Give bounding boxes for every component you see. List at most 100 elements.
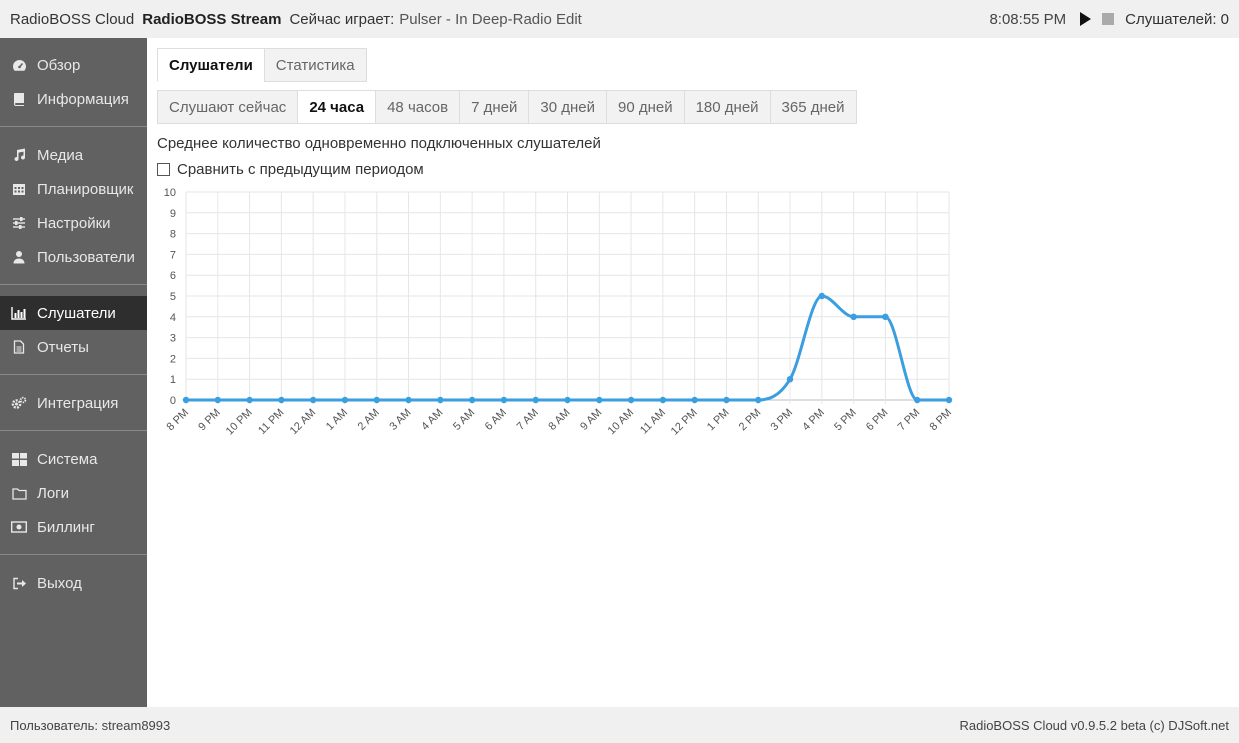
y-tick-label: 2	[170, 353, 176, 365]
sidebar-item-book[interactable]: Информация	[0, 82, 147, 116]
data-point	[278, 396, 285, 404]
y-tick-label: 0	[170, 395, 176, 407]
x-tick-label: 8 PM	[927, 407, 954, 434]
data-point	[723, 396, 730, 404]
sidebar-item-dashboard[interactable]: Обзор	[0, 48, 147, 82]
main-content: Слушатели Статистика Слушают сейчас 24 час…	[157, 48, 1229, 438]
sidebar-item-bar-chart[interactable]: Слушатели	[0, 296, 147, 330]
sidebar-item-label: Биллинг	[37, 518, 95, 536]
sidebar-item-money[interactable]: Биллинг	[0, 510, 147, 544]
x-tick-label: 9 PM	[196, 407, 223, 434]
x-tick-label: 12 PM	[669, 407, 700, 438]
data-point	[405, 396, 412, 404]
money-icon	[11, 519, 27, 535]
station-name: RadioBOSS Stream	[142, 10, 282, 28]
x-tick-label: 11 AM	[638, 407, 668, 437]
period-button-3[interactable]: 7 дней	[459, 90, 530, 124]
sliders-icon	[11, 215, 27, 231]
sidebar-item-label: Пользователи	[37, 248, 135, 266]
logout-icon	[11, 575, 27, 591]
sidebar-item-grid[interactable]: Система	[0, 442, 147, 476]
chart-svg: 0123456789108 PM 9 PM 10 PM 11 PM 12 AM 1 AM 2…	[164, 187, 954, 438]
period-button-7[interactable]: 365 дней	[769, 90, 857, 124]
x-tick-label: 5 AM	[451, 407, 477, 433]
data-point	[182, 396, 190, 404]
gears-icon	[11, 395, 27, 411]
period-button-0[interactable]: Слушают сейчас	[157, 90, 299, 124]
y-tick-label: 5	[170, 291, 176, 303]
app-name: RadioBOSS Cloud	[10, 10, 135, 28]
period-button-6[interactable]: 180 дней	[683, 90, 771, 124]
x-tick-label: 12 AM	[288, 407, 319, 438]
y-tick-label: 9	[170, 208, 176, 220]
folder-icon	[11, 485, 27, 501]
user-icon	[11, 249, 27, 265]
bar-chart-icon	[11, 305, 27, 321]
data-point	[373, 396, 380, 404]
tab-0[interactable]: Слушатели	[157, 48, 265, 82]
sidebar-item-document[interactable]: Отчеты	[0, 330, 147, 364]
data-point	[914, 396, 921, 404]
listeners-chart: 0 1 2 3 4 5 6 7 8 9 10 8 PM 9 PM 10 PM 11 PM 12 AM 1 AM 2…	[157, 183, 967, 463]
sidebar-item-logout[interactable]: Выход	[0, 566, 147, 600]
sidebar-item-music[interactable]: Медиа	[0, 138, 147, 172]
period-button-5[interactable]: 90 дней	[605, 90, 685, 124]
now-playing-track: Pulser - In Deep-Radio Edit	[399, 10, 582, 28]
data-point	[882, 313, 889, 320]
period-button-4[interactable]: 30 дней	[528, 90, 607, 124]
tab-1[interactable]: Статистика	[263, 48, 367, 82]
sidebar-item-folder[interactable]: Логи	[0, 476, 147, 510]
period-button-1[interactable]: 24 часа	[297, 90, 377, 124]
x-tick-label: 6 PM	[864, 407, 891, 434]
data-point	[786, 376, 794, 383]
compare-toggle[interactable]: Сравнить с предыдущим периодом	[157, 161, 1229, 178]
sidebar-divider	[0, 554, 147, 555]
x-tick-label: 5 PM	[832, 407, 859, 434]
version-info: RadioBOSS Cloud v0.9.5.2 beta (c) DJSoft…	[959, 717, 1229, 733]
sidebar-item-sliders[interactable]: Настройки	[0, 206, 147, 240]
x-tick-label: 2 AM	[356, 407, 382, 433]
y-tick-label: 3	[170, 333, 176, 345]
sidebar-divider	[0, 374, 147, 375]
current-user: Пользователь: stream8993	[10, 717, 171, 733]
x-tick-label: 3 AM	[387, 407, 413, 433]
x-tick-label: 1 PM	[705, 407, 732, 434]
data-point	[214, 396, 221, 404]
x-tick-label: 9 AM	[578, 407, 604, 433]
grid-icon	[11, 451, 27, 467]
top-bar: RadioBOSS Cloud RadioBOSS Stream Сейчас …	[0, 0, 1239, 38]
data-point	[468, 396, 476, 404]
sidebar-item-user[interactable]: Пользователи	[0, 240, 147, 274]
compare-checkbox[interactable]	[157, 163, 170, 176]
dashboard-icon	[11, 57, 27, 73]
music-icon	[11, 147, 27, 163]
sidebar-item-label: Отчеты	[37, 338, 89, 356]
stop-icon[interactable]	[1102, 13, 1115, 25]
y-tick-label: 1	[170, 374, 176, 386]
sidebar: Обзор Информация Медиа Планировщик Настройки…	[0, 38, 147, 707]
x-tick-label: 7 PM	[896, 407, 923, 434]
data-point	[246, 396, 253, 404]
data-point	[850, 313, 857, 320]
sidebar-item-gears[interactable]: Интеграция	[0, 386, 147, 420]
sidebar-item-label: Слушатели	[37, 304, 116, 322]
play-icon[interactable]	[1080, 12, 1092, 26]
x-tick-label: 7 AM	[515, 407, 541, 433]
data-point	[691, 396, 698, 404]
data-point	[596, 396, 603, 404]
sidebar-divider	[0, 430, 147, 431]
sidebar-item-label: Выход	[37, 574, 82, 592]
book-icon	[11, 91, 27, 107]
sidebar-item-calendar[interactable]: Планировщик	[0, 172, 147, 206]
sidebar-divider	[0, 126, 147, 127]
sidebar-item-label: Логи	[37, 484, 70, 502]
tab-bar: Слушатели Статистика	[157, 48, 1229, 82]
data-point	[755, 396, 762, 404]
data-point	[627, 396, 635, 404]
data-point	[500, 396, 508, 404]
period-button-2[interactable]: 48 часов	[375, 90, 461, 124]
sidebar-item-label: Обзор	[37, 56, 81, 74]
x-tick-label: 3 PM	[769, 407, 796, 434]
sidebar-item-label: Медиа	[37, 146, 84, 164]
now-playing-label: Сейчас играет:	[289, 10, 395, 28]
